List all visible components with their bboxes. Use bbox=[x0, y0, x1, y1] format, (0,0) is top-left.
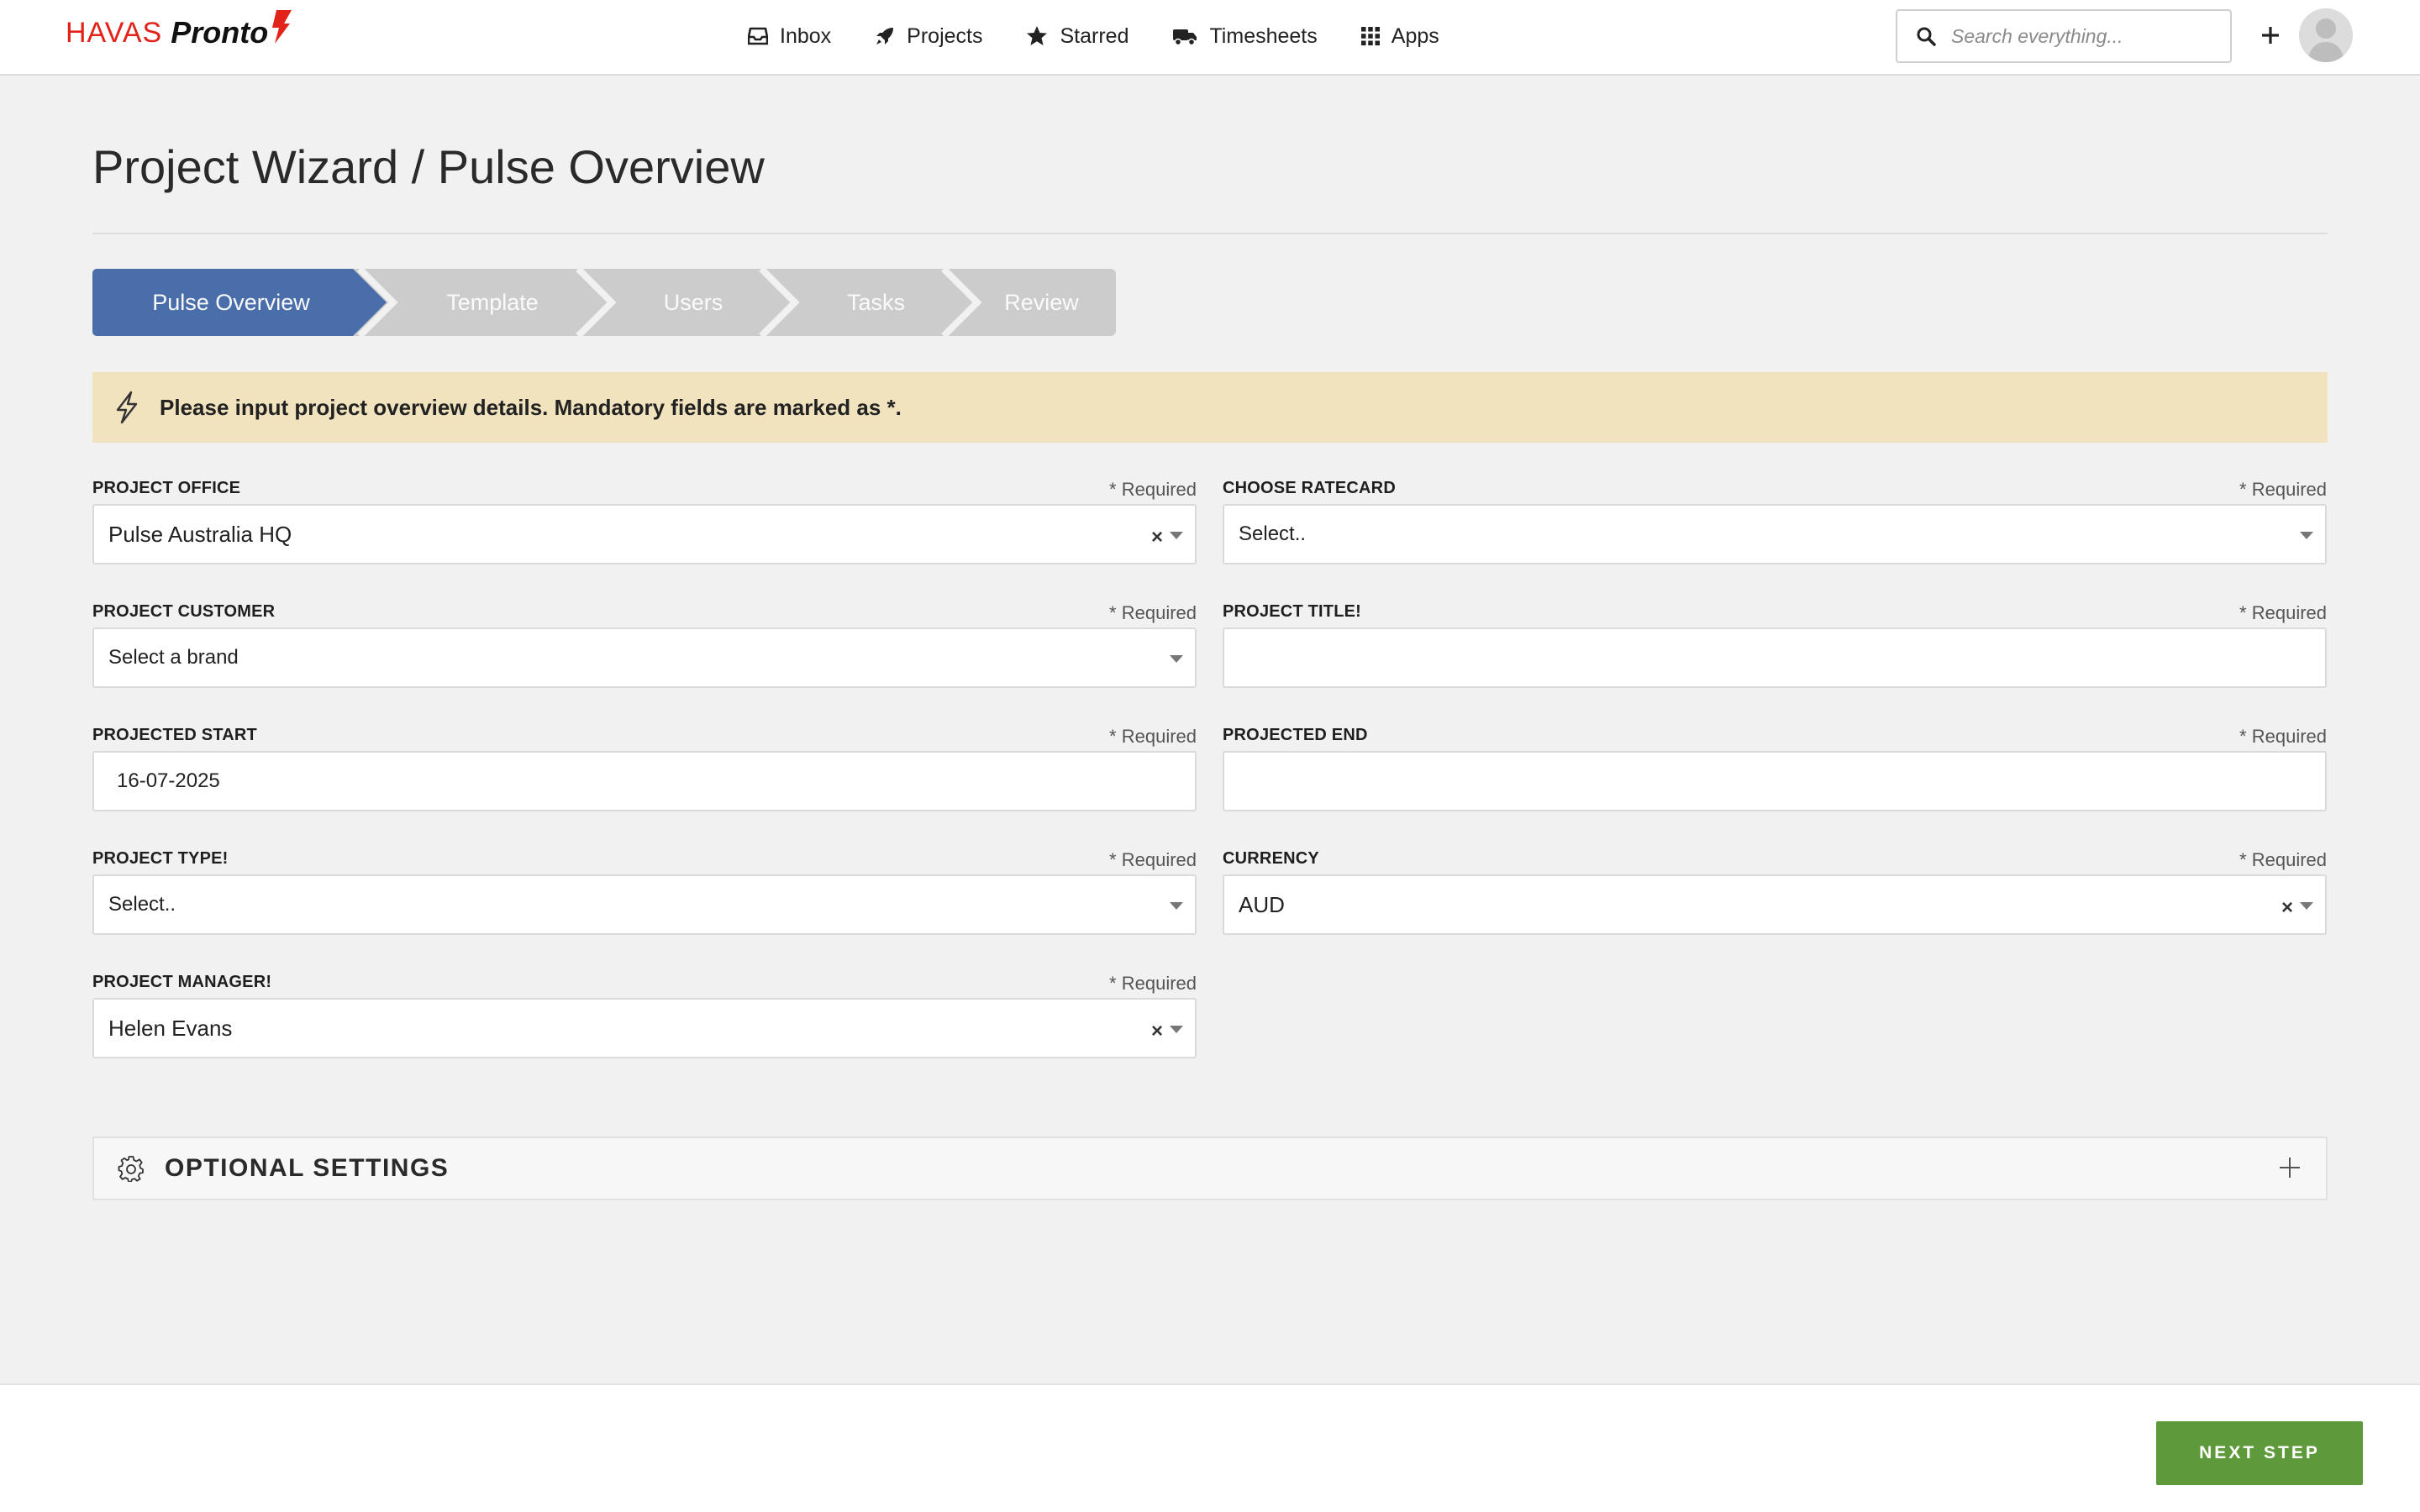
required-hint: * Required bbox=[1109, 726, 1197, 747]
page-title: Project Wizard / Pulse Overview bbox=[92, 140, 765, 193]
clear-icon[interactable]: × bbox=[1151, 1020, 1163, 1043]
required-hint: * Required bbox=[1109, 849, 1197, 870]
star-icon bbox=[1027, 26, 1048, 45]
notice-text: Please input project overview details. M… bbox=[160, 394, 902, 420]
required-hint: * Required bbox=[1109, 973, 1197, 994]
project-manager-label: PROJECT MANAGER! bbox=[92, 973, 272, 991]
nav-apps[interactable]: Apps bbox=[1360, 24, 1439, 49]
nav-inbox-label: Inbox bbox=[780, 24, 832, 48]
step-template[interactable]: Template bbox=[383, 269, 602, 336]
project-type-label: PROJECT TYPE! bbox=[92, 849, 229, 868]
logo-pronto-text: Pronto bbox=[171, 15, 269, 50]
top-navigation-bar: HAVAS Pronto Inbox Projects Starred Time… bbox=[0, 0, 2420, 76]
nav-projects-label: Projects bbox=[907, 24, 983, 48]
required-hint: * Required bbox=[2239, 602, 2327, 623]
chevron-down-icon[interactable] bbox=[1170, 902, 1183, 910]
nav-starred-label: Starred bbox=[1060, 24, 1129, 48]
choose-ratecard-value: Select.. bbox=[1239, 522, 1307, 545]
step-review[interactable]: Review bbox=[967, 269, 1116, 336]
chevron-down-icon[interactable] bbox=[1170, 1026, 1183, 1033]
nav-apps-label: Apps bbox=[1391, 24, 1439, 48]
user-avatar[interactable] bbox=[2299, 8, 2353, 62]
projected-end-input[interactable] bbox=[1223, 751, 2327, 811]
required-hint: * Required bbox=[2239, 726, 2327, 747]
info-notice: Please input project overview details. M… bbox=[92, 372, 2328, 443]
expand-plus-icon[interactable] bbox=[2277, 1155, 2302, 1180]
chevron-down-icon[interactable] bbox=[2300, 902, 2313, 910]
required-hint: * Required bbox=[2239, 479, 2327, 500]
chevron-down-icon[interactable] bbox=[1170, 532, 1183, 539]
nav-projects[interactable]: Projects bbox=[875, 24, 982, 49]
optional-settings-toggle[interactable]: OPTIONAL SETTINGS bbox=[92, 1137, 2328, 1200]
clear-icon[interactable]: × bbox=[1151, 526, 1163, 549]
projected-start-input[interactable]: 16-07-2025 bbox=[92, 751, 1197, 811]
currency-value: AUD bbox=[1239, 891, 1285, 917]
main-nav: Inbox Projects Starred Timesheets Apps bbox=[748, 0, 1483, 72]
step-pulse-overview[interactable]: Pulse Overview bbox=[92, 269, 370, 336]
project-type-value: Select.. bbox=[108, 893, 176, 916]
nav-inbox[interactable]: Inbox bbox=[748, 24, 831, 49]
projected-start-value: 16-07-2025 bbox=[117, 769, 220, 792]
project-office-value: Pulse Australia HQ bbox=[108, 521, 292, 547]
nav-timesheets-label: Timesheets bbox=[1209, 24, 1318, 48]
nav-timesheets[interactable]: Timesheets bbox=[1172, 24, 1318, 49]
currency-select[interactable]: AUD × bbox=[1223, 874, 2327, 935]
search-icon bbox=[1917, 27, 1936, 46]
project-office-select[interactable]: Pulse Australia HQ × bbox=[92, 504, 1197, 564]
wizard-steps: Pulse Overview Template Users Tasks Revi… bbox=[92, 269, 1116, 336]
create-new-button[interactable] bbox=[2254, 18, 2287, 52]
global-search bbox=[1896, 9, 2232, 63]
project-manager-value: Helen Evans bbox=[108, 1015, 233, 1041]
required-hint: * Required bbox=[1109, 479, 1197, 500]
choose-ratecard-select[interactable]: Select.. bbox=[1223, 504, 2327, 564]
chevron-down-icon[interactable] bbox=[1170, 655, 1183, 663]
project-customer-select[interactable]: Select a brand bbox=[92, 627, 1197, 688]
project-office-label: PROJECT OFFICE bbox=[92, 479, 241, 497]
clear-icon[interactable]: × bbox=[2281, 896, 2293, 920]
user-silhouette-icon bbox=[2299, 8, 2353, 62]
choose-ratecard-label: CHOOSE RATECARD bbox=[1223, 479, 1396, 497]
project-customer-value: Select a brand bbox=[108, 646, 239, 669]
wizard-footer: NEXT STEP bbox=[0, 1383, 2420, 1512]
project-manager-select[interactable]: Helen Evans × bbox=[92, 998, 1197, 1058]
truck-icon bbox=[1173, 29, 1197, 46]
inbox-icon bbox=[748, 27, 768, 45]
step-users[interactable]: Users bbox=[602, 269, 785, 336]
bolt-outline-icon bbox=[116, 391, 138, 424]
step-tasks[interactable]: Tasks bbox=[785, 269, 967, 336]
currency-label: CURRENCY bbox=[1223, 849, 1319, 868]
required-hint: * Required bbox=[2239, 849, 2327, 870]
project-customer-label: PROJECT CUSTOMER bbox=[92, 602, 276, 621]
rocket-icon bbox=[876, 28, 894, 45]
search-input[interactable] bbox=[1951, 24, 2220, 48]
title-divider bbox=[92, 233, 2328, 234]
projected-start-label: PROJECTED START bbox=[92, 726, 257, 744]
project-title-input[interactable] bbox=[1223, 627, 2327, 688]
grid-icon bbox=[1360, 27, 1380, 45]
logo-havas-text: HAVAS bbox=[66, 16, 163, 49]
plus-icon bbox=[2262, 27, 2279, 44]
optional-settings-label: OPTIONAL SETTINGS bbox=[165, 1154, 450, 1182]
project-title-label: PROJECT TITLE! bbox=[1223, 602, 1362, 621]
lightning-bolt-icon bbox=[272, 10, 292, 44]
projected-end-label: PROJECTED END bbox=[1223, 726, 1368, 744]
gear-icon bbox=[118, 1156, 144, 1182]
project-type-select[interactable]: Select.. bbox=[92, 874, 1197, 935]
required-hint: * Required bbox=[1109, 602, 1197, 623]
chevron-down-icon[interactable] bbox=[2300, 532, 2313, 539]
nav-starred[interactable]: Starred bbox=[1026, 24, 1128, 49]
havas-pronto-logo[interactable]: HAVAS Pronto bbox=[66, 10, 292, 54]
next-step-button[interactable]: NEXT STEP bbox=[2156, 1421, 2363, 1485]
